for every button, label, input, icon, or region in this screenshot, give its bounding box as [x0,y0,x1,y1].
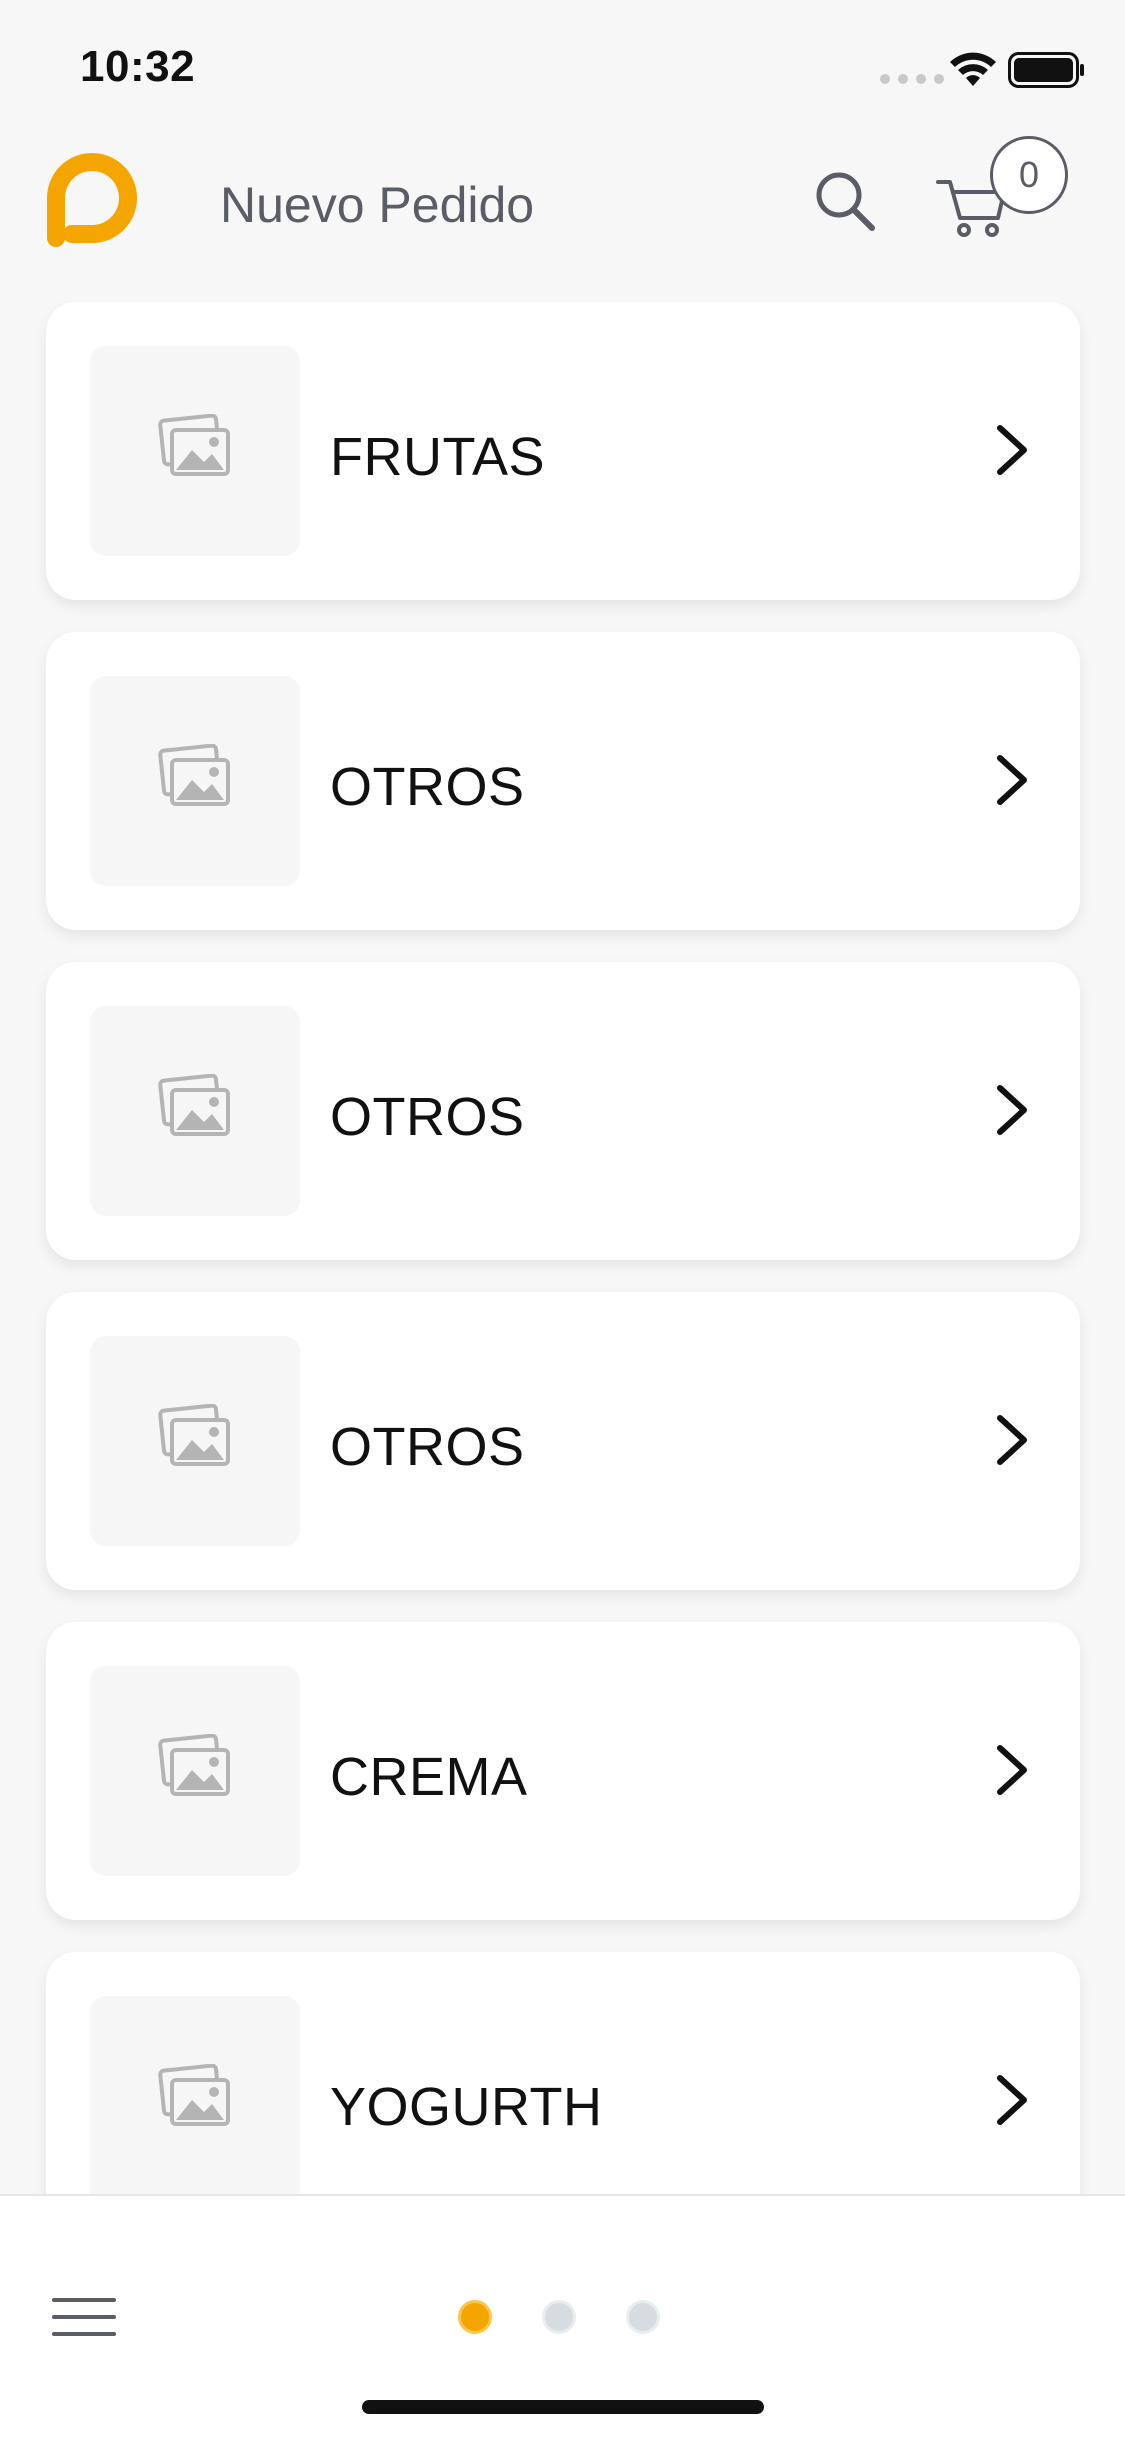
menu-icon[interactable] [52,2294,116,2340]
cart-button[interactable]: 0 [930,132,1090,242]
page-indicator [458,2300,660,2334]
image-placeholder-icon [158,1404,230,1466]
category-thumbnail [90,1666,300,1876]
image-placeholder-icon [158,744,230,806]
chevron-right-icon [997,1085,1027,1135]
brand-logo[interactable] [42,150,142,250]
category-thumbnail [90,1006,300,1216]
search-icon[interactable] [812,168,878,234]
category-item-yogurth[interactable]: YOGURTH [46,1952,1080,2194]
category-item-otros-1[interactable]: OTROS [46,632,1080,930]
page-title: Nuevo Pedido [220,177,535,233]
status-time: 10:32 [80,42,196,91]
category-label: OTROS [330,1417,525,1477]
cart-count-badge: 0 [990,136,1068,214]
signal-icon [880,74,944,84]
page-dot-1[interactable] [458,2300,492,2334]
category-thumbnail [90,1996,300,2194]
category-label: OTROS [330,757,525,817]
category-item-otros-3[interactable]: OTROS [46,1292,1080,1590]
category-thumbnail [90,676,300,886]
chevron-right-icon [997,1745,1027,1795]
home-indicator [362,2400,764,2414]
category-label: FRUTAS [330,427,545,487]
image-placeholder-icon [158,1074,230,1136]
category-item-crema[interactable]: CREMA [46,1622,1080,1920]
chevron-right-icon [997,2075,1027,2125]
category-thumbnail [90,1336,300,1546]
chevron-right-icon [997,755,1027,805]
chevron-right-icon [997,1415,1027,1465]
category-list: FRUTAS OTROS OTROS OTROS CREMA YOGURTH [0,302,1125,2194]
chevron-right-icon [997,425,1027,475]
category-thumbnail [90,346,300,556]
wifi-icon [950,52,996,86]
category-label: YOGURTH [330,2077,603,2137]
category-label: CREMA [330,1747,528,1807]
category-item-otros-2[interactable]: OTROS [46,962,1080,1260]
image-placeholder-icon [158,414,230,476]
page-dot-2[interactable] [542,2300,576,2334]
battery-icon [1008,52,1084,88]
category-item-frutas[interactable]: FRUTAS [46,302,1080,600]
category-label: OTROS [330,1087,525,1147]
bottom-bar [0,2194,1125,2438]
image-placeholder-icon [158,1734,230,1796]
image-placeholder-icon [158,2064,230,2126]
page-dot-3[interactable] [626,2300,660,2334]
status-bar: 10:32 [0,0,1125,130]
